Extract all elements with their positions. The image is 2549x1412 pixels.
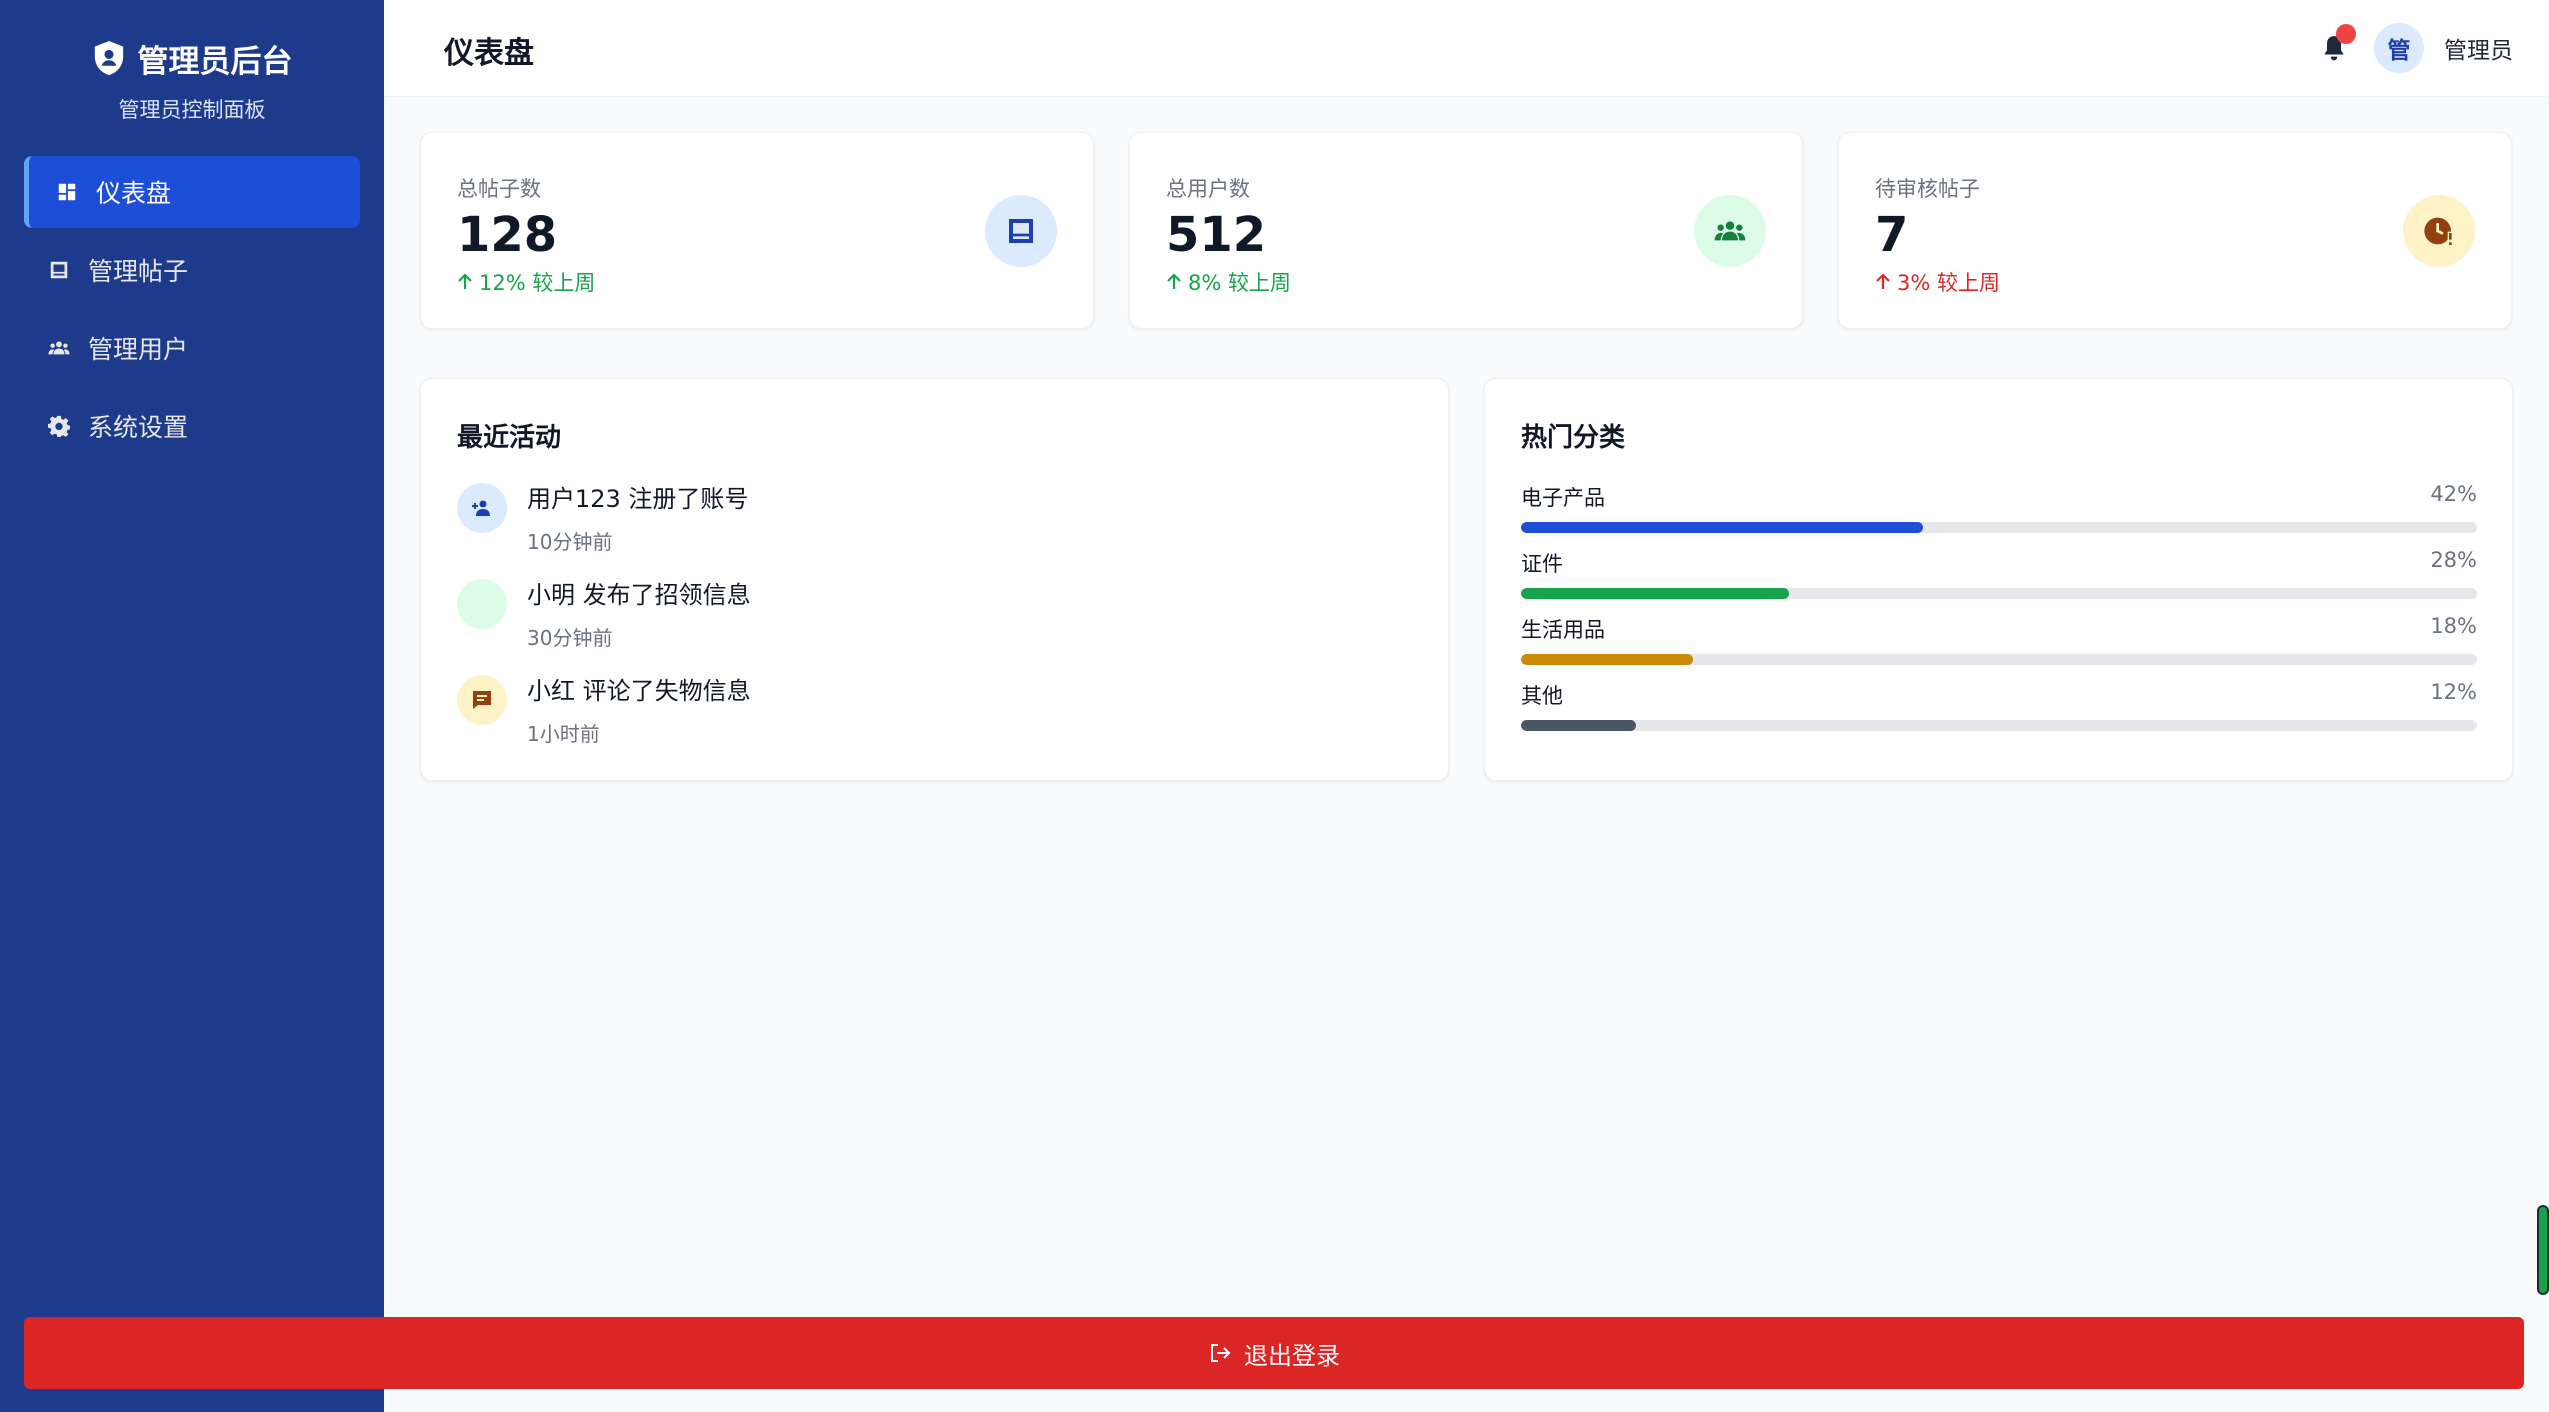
- category-percent: 28%: [2430, 548, 2477, 572]
- stat-card-posts: 总帖子数 128 12% 较上周: [420, 132, 1094, 329]
- activity-time: 30分钟前: [527, 626, 613, 650]
- activity-item[interactable]: 小明 发布了招领信息 30分钟前: [457, 575, 751, 651]
- category-name: 证件: [1521, 552, 1563, 576]
- stat-icon-pending: [2403, 195, 2475, 267]
- admin-app: 管理员后台 管理员控制面板 仪表盘 管理帖子 管理用户 系统设置 仪表盘 管 管…: [0, 0, 2549, 1412]
- posts-icon: [50, 261, 68, 279]
- users-icon: [48, 341, 70, 355]
- category-bar-fill: [1521, 588, 1789, 599]
- top-header: 仪表盘 管 管理员: [384, 0, 2549, 97]
- activity-icon-wrap: [457, 675, 507, 725]
- stat-change: 8% 较上周: [1166, 267, 1291, 297]
- avatar[interactable]: 管: [2374, 23, 2424, 73]
- category-name: 其他: [1521, 684, 1563, 708]
- stat-icon-users: [1694, 195, 1766, 267]
- gear-icon: [48, 415, 70, 437]
- stat-icon-posts: [985, 195, 1057, 267]
- logout-label: 退出登录: [1244, 1341, 1340, 1370]
- category-name: 电子产品: [1521, 486, 1605, 510]
- brand: 管理员后台 管理员控制面板: [0, 0, 384, 124]
- shield-icon: [94, 41, 123, 75]
- logout-icon: [1211, 1344, 1231, 1362]
- stat-card-pending: 待审核帖子 7 3% 较上周: [1838, 132, 2512, 329]
- add-user-icon: [472, 500, 490, 516]
- sidebar-item-label: 管理用户: [88, 335, 189, 364]
- brand-title-text: 管理员后台: [137, 43, 293, 80]
- panel-title: 最近活动: [457, 423, 562, 453]
- activity-text: 用户123 注册了账号: [527, 485, 749, 513]
- activity-icon-wrap: [457, 483, 507, 533]
- stat-change: 12% 较上周: [457, 267, 595, 297]
- category-bar-track: [1521, 654, 2477, 665]
- category-bar-fill: [1521, 522, 1923, 533]
- pending-clock-icon: [2424, 217, 2453, 247]
- stat-change-text: 12% 较上周: [479, 271, 596, 295]
- stat-label: 总帖子数: [457, 177, 541, 201]
- category-bar-track: [1521, 588, 2477, 599]
- users-icon: [1714, 221, 1746, 241]
- category-percent: 12%: [2430, 680, 2477, 704]
- sidebar-item-label: 管理帖子: [88, 257, 189, 286]
- header-actions: 管 管理员: [2314, 22, 2513, 74]
- category-bar-fill: [1521, 720, 1636, 731]
- sidebar-item-posts[interactable]: 管理帖子: [24, 234, 360, 306]
- sidebar-nav: 仪表盘 管理帖子 管理用户 系统设置: [24, 156, 360, 468]
- stat-value: 7: [1875, 207, 1909, 263]
- sidebar-item-dashboard[interactable]: 仪表盘: [24, 156, 360, 228]
- notification-button[interactable]: [2314, 24, 2356, 68]
- brand-subtitle: 管理员控制面板: [118, 98, 266, 122]
- arrow-up-icon: [458, 273, 472, 289]
- activity-text: 小红 评论了失物信息: [527, 677, 751, 705]
- sidebar-item-users[interactable]: 管理用户: [24, 312, 360, 384]
- category-bar-track: [1521, 522, 2477, 533]
- sidebar-item-label: 系统设置: [88, 413, 189, 442]
- activity-time: 1小时前: [527, 722, 600, 746]
- category-name: 生活用品: [1521, 618, 1605, 642]
- category-row: 生活用品 18%: [1521, 614, 2477, 665]
- stat-change: 3% 较上周: [1875, 267, 2000, 297]
- stat-change-text: 3% 较上周: [1897, 271, 2000, 295]
- stat-change-text: 8% 较上周: [1188, 271, 1291, 295]
- category-row: 其他 12%: [1521, 680, 2477, 731]
- logout-button[interactable]: 退出登录: [24, 1317, 2524, 1389]
- sidebar-item-label: 仪表盘: [96, 179, 172, 208]
- activity-time: 10分钟前: [527, 530, 613, 554]
- activity-item[interactable]: 用户123 注册了账号 10分钟前: [457, 479, 748, 555]
- scrollbar-thumb[interactable]: [2537, 1205, 2549, 1295]
- activity-icon-wrap: [457, 579, 507, 629]
- arrow-up-icon: [1167, 273, 1181, 289]
- stat-value: 128: [457, 207, 558, 263]
- stat-label: 总用户数: [1166, 177, 1250, 201]
- posts-icon: [1009, 219, 1033, 243]
- stat-card-users: 总用户数 512 8% 较上周: [1129, 132, 1803, 329]
- comment-icon: [473, 691, 491, 709]
- category-row: 证件 28%: [1521, 548, 2477, 599]
- activity-text: 小明 发布了招领信息: [527, 581, 751, 609]
- hot-categories-panel: 热门分类 电子产品 42% 证件 28% 生活用品 18% 其他 12%: [1484, 378, 2513, 781]
- panel-title: 热门分类: [1521, 423, 1626, 453]
- page-title: 仪表盘: [444, 36, 534, 71]
- stat-value: 512: [1166, 207, 1267, 263]
- category-row: 电子产品 42%: [1521, 482, 2477, 533]
- category-percent: 18%: [2430, 614, 2477, 638]
- stat-label: 待审核帖子: [1875, 177, 1980, 201]
- category-bar-track: [1521, 720, 2477, 731]
- sidebar: 管理员后台 管理员控制面板 仪表盘 管理帖子 管理用户 系统设置: [0, 0, 384, 1412]
- notification-dot: [2336, 24, 2356, 44]
- category-bar-fill: [1521, 654, 1694, 665]
- arrow-up-icon: [1876, 273, 1890, 289]
- activity-item[interactable]: 小红 评论了失物信息 1小时前: [457, 671, 751, 747]
- dashboard-icon: [58, 183, 76, 201]
- brand-title: 管理员后台: [0, 36, 384, 80]
- category-percent: 42%: [2430, 482, 2477, 506]
- recent-activity-panel: 最近活动 用户123 注册了账号 10分钟前 小明 发布了招领信息 30分钟前: [420, 378, 1449, 781]
- sidebar-item-settings[interactable]: 系统设置: [24, 390, 360, 462]
- user-name[interactable]: 管理员: [2444, 31, 2513, 65]
